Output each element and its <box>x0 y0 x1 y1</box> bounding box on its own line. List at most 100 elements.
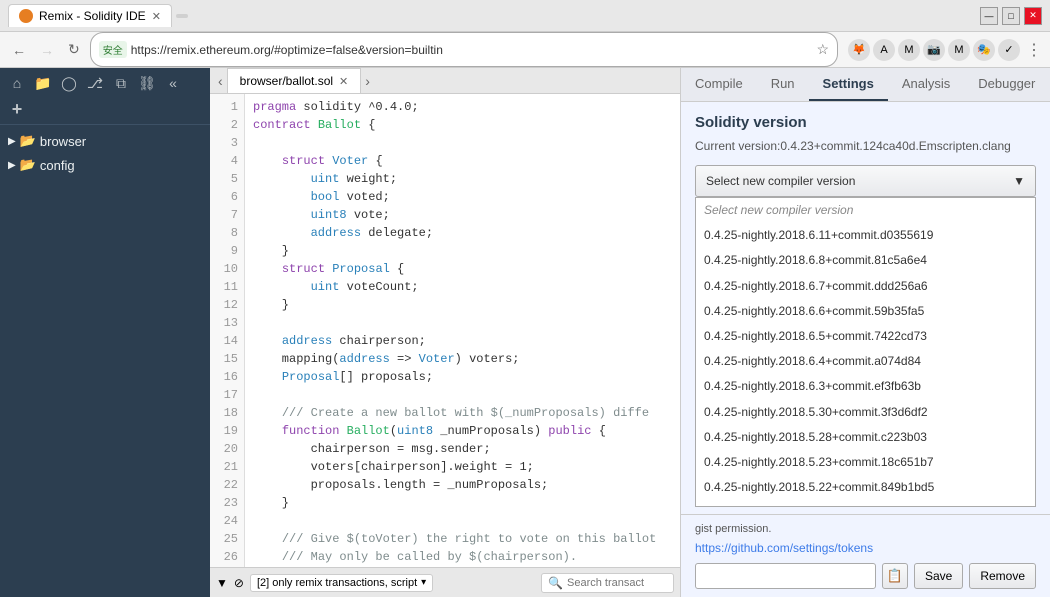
gist-link[interactable]: https://github.com/settings/tokens <box>695 541 1036 555</box>
ext-icon-2[interactable]: A <box>873 39 895 61</box>
tree-arrow-config: ▶ <box>8 160 16 171</box>
tab-favicon <box>19 9 33 23</box>
gist-note: gist permission. <box>695 523 1036 535</box>
folder-icon-config: 📂 <box>20 157 36 173</box>
sidebar: ⌂ 📁 ◯ ⎇ ⧉ ⛓ « + ▶ 📂 browser ▶ 📂 config <box>0 68 210 597</box>
ext-icon-6[interactable]: 🎭 <box>973 39 995 61</box>
terminal-dropdown-arrow: ▾ <box>421 577 426 588</box>
terminal-status[interactable]: [2] only remix transactions, script ▾ <box>250 574 433 592</box>
search-icon: 🔍 <box>548 576 563 590</box>
compiler-option-4[interactable]: 0.4.25-nightly.2018.6.5+commit.7422cd73 <box>696 324 1035 349</box>
compiler-select-label: Select new compiler version <box>706 174 855 188</box>
compiler-option-11[interactable]: 0.4.25-nightly.2018.5.21+commit.e97f9b6b <box>696 500 1035 507</box>
secure-badge: 安全 <box>99 41 127 58</box>
section-title: Solidity version <box>695 114 1036 131</box>
compiler-option-8[interactable]: 0.4.25-nightly.2018.5.28+commit.c223b03 <box>696 425 1035 450</box>
browser-tab[interactable]: Remix - Solidity IDE ✕ <box>8 4 172 27</box>
compiler-option-3[interactable]: 0.4.25-nightly.2018.6.6+commit.59b35fa5 <box>696 299 1035 324</box>
back-btn[interactable]: ← <box>8 40 30 60</box>
editor-nav-right[interactable]: › <box>361 69 374 93</box>
new-tab-btn[interactable] <box>176 14 188 18</box>
title-bar: Remix - Solidity IDE ✕ — □ ✕ <box>0 0 1050 32</box>
editor-nav-left[interactable]: ‹ <box>214 69 227 93</box>
ext-icon-3[interactable]: M <box>898 39 920 61</box>
ext-icon-4[interactable]: 📷 <box>923 39 945 61</box>
sidebar-copy-btn[interactable]: ⧉ <box>110 72 132 94</box>
maximize-btn[interactable]: □ <box>1002 7 1020 25</box>
browser-icons: 🦊 A M 📷 M 🎭 ✓ <box>848 39 1020 61</box>
current-version-label: Current version:0.4.23+commit.124ca40d.E… <box>695 139 1036 153</box>
ext-icon-1[interactable]: 🦊 <box>848 39 870 61</box>
address-bar: ← → ↻ 安全 https://remix.ethereum.org/#opt… <box>0 32 1050 68</box>
compiler-select-wrapper: Select new compiler version ▼ Select new… <box>695 165 1036 507</box>
sidebar-github-btn[interactable]: ◯ <box>58 72 80 94</box>
close-btn[interactable]: ✕ <box>1024 7 1042 25</box>
compiler-option-0[interactable]: 0.4.25-nightly.2018.6.11+commit.d0355619 <box>696 223 1035 248</box>
compiler-select-arrow: ▼ <box>1013 174 1025 188</box>
sidebar-folder-btn[interactable]: 📁 <box>32 72 54 94</box>
tab-settings[interactable]: Settings <box>809 68 888 101</box>
compiler-option-9[interactable]: 0.4.25-nightly.2018.5.23+commit.18c651b7 <box>696 450 1035 475</box>
editor-area: ‹ browser/ballot.sol ✕ › 12345 678910 11… <box>210 68 680 597</box>
minimize-btn[interactable]: — <box>980 7 998 25</box>
sidebar-git-btn[interactable]: ⎇ <box>84 72 106 94</box>
compiler-option-1[interactable]: 0.4.25-nightly.2018.6.8+commit.81c5a6e4 <box>696 248 1035 273</box>
right-panel: Compile Run Settings Analysis Debugger S… <box>680 68 1050 597</box>
sidebar-home-btn[interactable]: ⌂ <box>6 72 28 94</box>
url-text: https://remix.ethereum.org/#optimize=fal… <box>131 43 813 57</box>
bottom-down-btn[interactable]: ▼ <box>216 576 228 590</box>
editor-tab-label: browser/ballot.sol <box>240 74 333 88</box>
search-input[interactable] <box>567 577 667 589</box>
sidebar-item-label-browser: browser <box>40 134 86 149</box>
tab-debugger[interactable]: Debugger <box>964 68 1049 101</box>
tab-analysis[interactable]: Analysis <box>888 68 964 101</box>
reload-btn[interactable]: ↻ <box>64 39 84 60</box>
sidebar-link-btn[interactable]: ⛓ <box>136 72 158 94</box>
token-row: 📋 Save Remove <box>695 563 1036 589</box>
panel-tabs: Compile Run Settings Analysis Debugger S… <box>681 68 1050 102</box>
sidebar-item-label-config: config <box>40 158 75 173</box>
editor-tab-close[interactable]: ✕ <box>339 75 348 88</box>
compiler-dropdown[interactable]: Select new compiler version 0.4.25-night… <box>695 197 1036 507</box>
window-controls: — □ ✕ <box>980 7 1042 25</box>
search-box[interactable]: 🔍 <box>541 573 674 593</box>
sidebar-collapse-btn[interactable]: « <box>162 72 184 94</box>
sidebar-item-browser[interactable]: ▶ 📂 browser <box>0 129 210 153</box>
sidebar-toolbar: ⌂ 📁 ◯ ⎇ ⧉ ⛓ « + <box>0 68 210 125</box>
editor-tab-ballot[interactable]: browser/ballot.sol ✕ <box>227 68 362 93</box>
browser-menu-btn[interactable]: ⋮ <box>1026 40 1042 60</box>
compiler-option-placeholder[interactable]: Select new compiler version <box>696 198 1035 223</box>
compiler-option-2[interactable]: 0.4.25-nightly.2018.6.7+commit.ddd256a6 <box>696 274 1035 299</box>
ext-icon-7[interactable]: ✓ <box>998 39 1020 61</box>
tab-close-btn[interactable]: ✕ <box>152 10 161 23</box>
bottom-stop-btn[interactable]: ⊘ <box>234 576 244 590</box>
code-container[interactable]: 12345 678910 1112131415 1617181920 21222… <box>210 94 680 567</box>
sidebar-tree: ▶ 📂 browser ▶ 📂 config <box>0 125 210 597</box>
remove-token-btn[interactable]: Remove <box>969 563 1036 589</box>
app-layout: ⌂ 📁 ◯ ⎇ ⧉ ⛓ « + ▶ 📂 browser ▶ 📂 config ‹ <box>0 68 1050 597</box>
compiler-option-10[interactable]: 0.4.25-nightly.2018.5.22+commit.849b1bd5 <box>696 475 1035 500</box>
sidebar-add-btn[interactable]: + <box>6 98 28 120</box>
editor-bottom: ▼ ⊘ [2] only remix transactions, script … <box>210 567 680 597</box>
tab-run[interactable]: Run <box>757 68 809 101</box>
tree-arrow-browser: ▶ <box>8 136 16 147</box>
tab-title: Remix - Solidity IDE <box>39 9 146 23</box>
folder-icon-browser: 📂 <box>20 133 36 149</box>
panel-bottom: gist permission. https://github.com/sett… <box>681 514 1050 597</box>
line-numbers: 12345 678910 1112131415 1617181920 21222… <box>210 94 245 567</box>
compiler-option-5[interactable]: 0.4.25-nightly.2018.6.4+commit.a074d84 <box>696 349 1035 374</box>
tab-compile[interactable]: Compile <box>681 68 757 101</box>
forward-btn[interactable]: → <box>36 40 58 60</box>
terminal-status-text: [2] only remix transactions, script <box>257 577 417 589</box>
paste-btn[interactable]: 📋 <box>882 563 908 589</box>
compiler-option-6[interactable]: 0.4.25-nightly.2018.6.3+commit.ef3fb63b <box>696 374 1035 399</box>
save-token-btn[interactable]: Save <box>914 563 963 589</box>
compiler-select-btn[interactable]: Select new compiler version ▼ <box>695 165 1036 197</box>
code-editor[interactable]: pragma solidity ^0.4.0; contract Ballot … <box>245 94 680 567</box>
compiler-option-7[interactable]: 0.4.25-nightly.2018.5.30+commit.3f3d6df2 <box>696 400 1035 425</box>
sidebar-item-config[interactable]: ▶ 📂 config <box>0 153 210 177</box>
token-input[interactable] <box>695 563 876 589</box>
bookmark-icon[interactable]: ☆ <box>816 41 829 58</box>
ext-icon-5[interactable]: M <box>948 39 970 61</box>
url-bar[interactable]: 安全 https://remix.ethereum.org/#optimize=… <box>90 32 838 67</box>
